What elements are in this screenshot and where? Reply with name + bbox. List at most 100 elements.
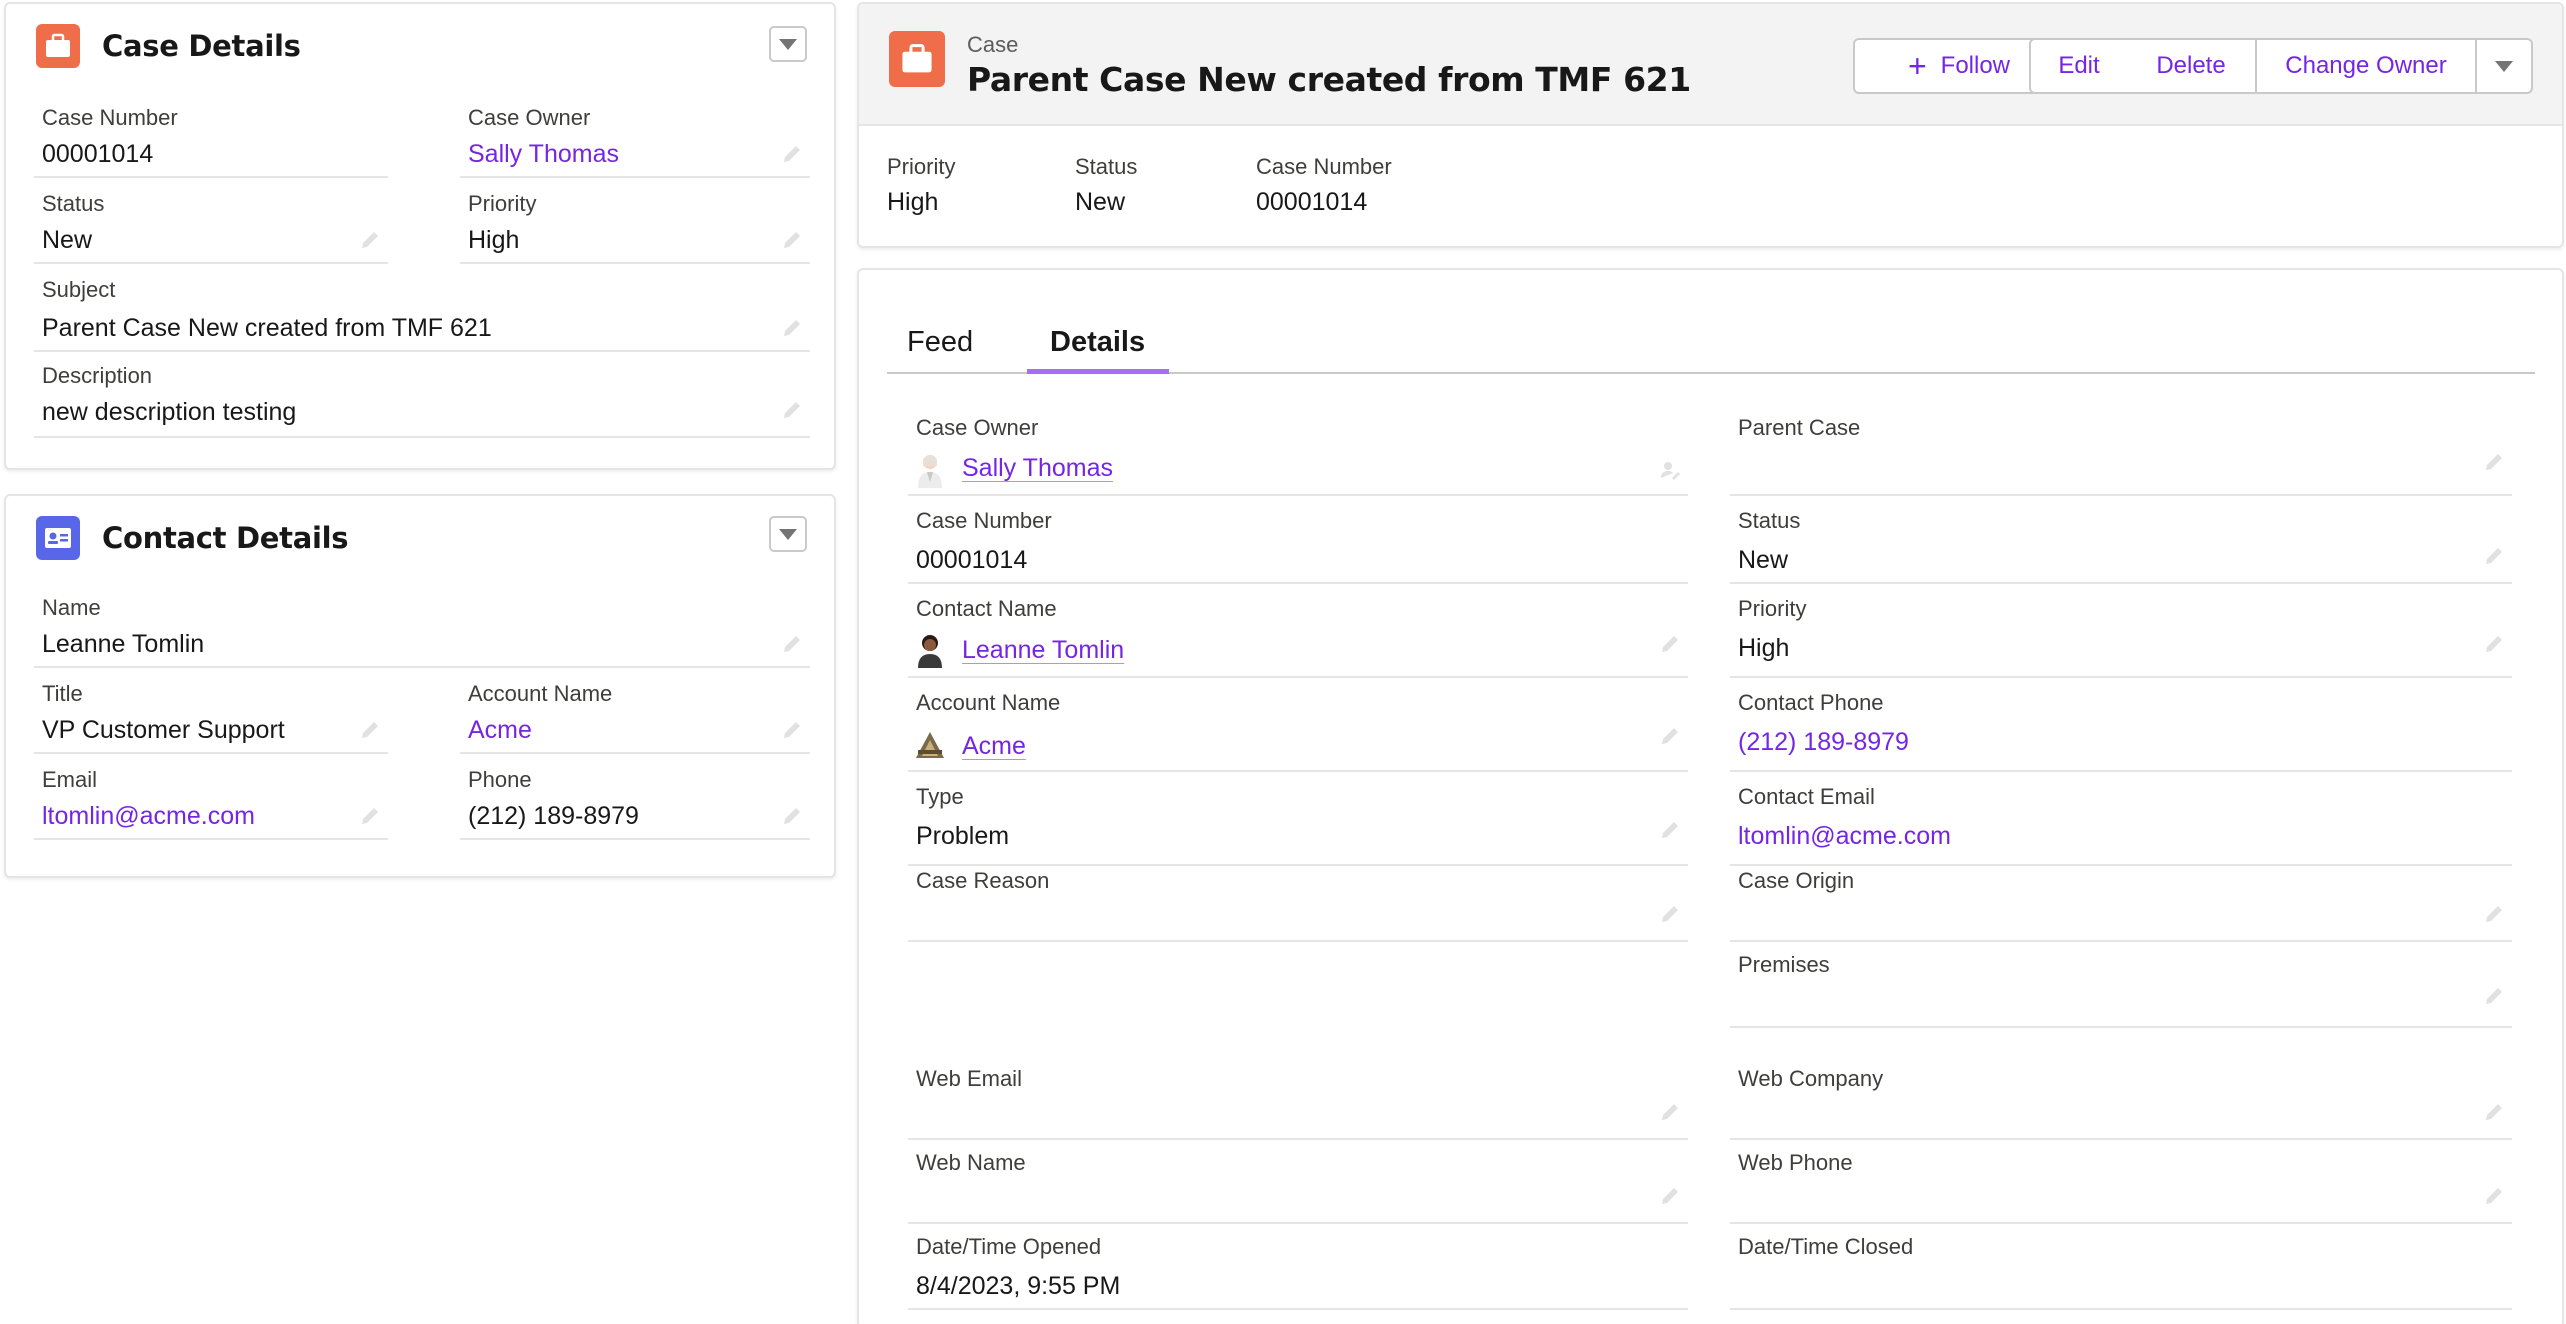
card-menu-button[interactable] <box>769 516 807 552</box>
tab-bar: Feed Details <box>887 310 2535 374</box>
pencil-icon[interactable] <box>358 228 382 252</box>
detail-priority-field: Priority High <box>1730 592 2512 678</box>
case-owner-link[interactable]: Sally Thomas <box>468 140 619 169</box>
pencil-icon[interactable] <box>2482 1184 2506 1208</box>
field-label: Case Owner <box>916 415 1039 440</box>
change-owner-button[interactable]: Change Owner <box>2255 38 2477 94</box>
contact-details-card: Contact Details Name Leanne Tomlin Title… <box>4 494 836 878</box>
detail-web-email-field: Web Email <box>908 1064 1688 1140</box>
highlight-label: Priority <box>887 154 956 179</box>
pencil-icon[interactable] <box>2482 1100 2506 1124</box>
case-owner-link[interactable]: Sally Thomas <box>962 454 1113 483</box>
briefcase-icon <box>889 31 945 87</box>
avatar-icon <box>914 632 946 668</box>
field-value: 00001014 <box>916 546 1028 574</box>
field-value: High <box>1738 634 1790 662</box>
field-label: Case Owner <box>468 105 591 130</box>
field-value: VP Customer Support <box>42 716 285 744</box>
contact-phone-field: Phone (212) 189-8979 <box>460 762 810 840</box>
pencil-icon[interactable] <box>358 718 382 742</box>
contact-email-link[interactable]: ltomlin@acme.com <box>1738 822 1951 851</box>
pencil-icon[interactable] <box>780 718 804 742</box>
pencil-icon[interactable] <box>1658 818 1682 842</box>
change-owner-icon[interactable] <box>1658 458 1682 482</box>
field-label: Case Number <box>916 508 1052 533</box>
detail-closed-field: Date/Time Closed <box>1730 1232 2512 1310</box>
detail-case-owner-field: Case Owner Sally Thomas <box>908 410 1688 496</box>
pencil-icon[interactable] <box>780 398 804 422</box>
detail-case-origin-field: Case Origin <box>1730 866 2512 942</box>
field-label: Contact Name <box>916 596 1057 621</box>
field-label: Parent Case <box>1738 415 1861 440</box>
pencil-icon[interactable] <box>780 142 804 166</box>
case-details-card: Case Details Case Number 00001014 Case O… <box>4 2 836 470</box>
field-label: Subject <box>42 277 116 302</box>
account-link[interactable]: Acme <box>468 716 532 745</box>
pencil-icon[interactable] <box>2482 544 2506 568</box>
pencil-icon[interactable] <box>1658 724 1682 748</box>
field-label: Status <box>1738 508 1801 533</box>
contact-name-link[interactable]: Leanne Tomlin <box>962 636 1124 665</box>
field-label: Priority <box>468 191 537 216</box>
email-link[interactable]: ltomlin@acme.com <box>42 802 255 831</box>
pencil-icon[interactable] <box>358 804 382 828</box>
account-name-link[interactable]: Acme <box>962 732 1026 761</box>
pencil-icon[interactable] <box>1658 632 1682 656</box>
tab-details[interactable]: Details <box>1050 326 1145 359</box>
case-number-field: Case Number 00001014 <box>34 100 388 178</box>
field-label: Date/Time Opened <box>916 1234 1102 1259</box>
field-label: Web Name <box>916 1150 1026 1175</box>
field-value: Leanne Tomlin <box>42 630 205 658</box>
delete-button[interactable]: Delete <box>2127 38 2257 94</box>
field-value: New <box>42 226 93 254</box>
edit-button[interactable]: Edit <box>2029 38 2129 94</box>
field-label: Priority <box>1738 596 1807 621</box>
field-label: Name <box>42 595 101 620</box>
contact-card-icon <box>36 516 80 560</box>
highlight-label: Status <box>1075 154 1138 179</box>
highlights-header: Case Parent Case New created from TMF 62… <box>859 4 2562 126</box>
field-label: Web Company <box>1738 1066 1884 1091</box>
contact-email-field: Email ltomlin@acme.com <box>34 762 388 840</box>
pencil-icon[interactable] <box>2482 902 2506 926</box>
card-menu-button[interactable] <box>769 26 807 62</box>
field-label: Account Name <box>468 681 613 706</box>
plus-icon: + <box>1907 48 1927 84</box>
field-label: Type <box>916 784 964 809</box>
pencil-icon[interactable] <box>1658 1184 1682 1208</box>
record-highlights: Case Parent Case New created from TMF 62… <box>857 2 2564 248</box>
pencil-icon[interactable] <box>1658 1100 1682 1124</box>
detail-type-field: Type Problem <box>908 780 1688 866</box>
detail-account-name-field: Account Name Acme <box>908 686 1688 772</box>
field-label: Case Reason <box>916 868 1050 893</box>
pencil-icon[interactable] <box>780 228 804 252</box>
pencil-icon[interactable] <box>2482 450 2506 474</box>
field-label: Phone <box>468 767 532 792</box>
detail-web-phone-field: Web Phone <box>1730 1148 2512 1224</box>
field-value: Parent Case New created from TMF 621 <box>42 314 492 342</box>
contact-phone-link[interactable]: (212) 189-8979 <box>1738 728 1909 757</box>
detail-premises-field: Premises <box>1730 950 2512 1028</box>
field-label: Date/Time Closed <box>1738 1234 1914 1259</box>
briefcase-icon <box>36 24 80 68</box>
avatar-icon <box>914 452 946 488</box>
detail-contact-name-field: Contact Name Leanne Tomlin <box>908 592 1688 678</box>
field-value: 8/4/2023, 9:55 PM <box>916 1272 1121 1300</box>
case-owner-field: Case Owner Sally Thomas <box>460 100 810 178</box>
field-label: Status <box>42 191 105 216</box>
highlight-value: 00001014 <box>1256 188 1368 216</box>
status-field: Status New <box>34 186 388 264</box>
pencil-icon[interactable] <box>780 316 804 340</box>
field-label: Description <box>42 363 153 388</box>
pencil-icon[interactable] <box>2482 984 2506 1008</box>
tab-feed[interactable]: Feed <box>907 326 973 359</box>
pencil-icon[interactable] <box>2482 632 2506 656</box>
more-actions-button[interactable] <box>2475 38 2533 94</box>
pencil-icon[interactable] <box>780 632 804 656</box>
field-label: Account Name <box>916 690 1061 715</box>
pencil-icon[interactable] <box>1658 902 1682 926</box>
detail-contact-phone-field: Contact Phone (212) 189-8979 <box>1730 686 2512 772</box>
detail-contact-email-field: Contact Email ltomlin@acme.com <box>1730 780 2512 866</box>
field-label: Contact Phone <box>1738 690 1884 715</box>
pencil-icon[interactable] <box>780 804 804 828</box>
